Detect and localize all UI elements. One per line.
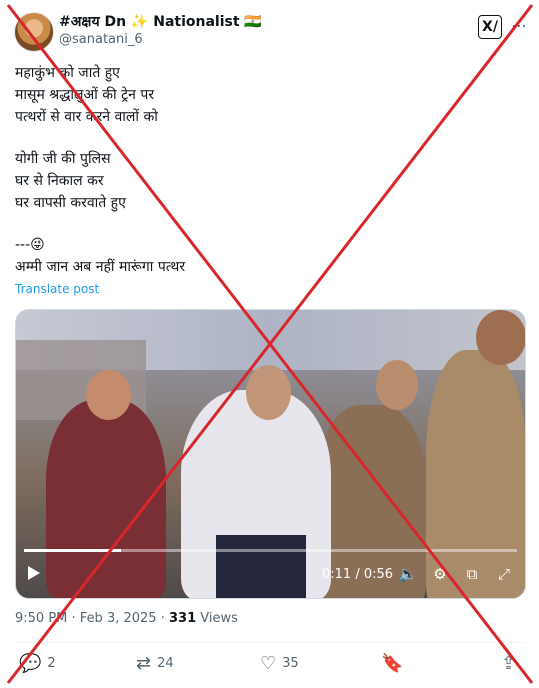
share-button[interactable]: ⇪ xyxy=(501,653,516,674)
tweet-date[interactable]: Feb 3, 2025 xyxy=(80,611,157,626)
video-time: 0:11 / 0:56 xyxy=(322,567,394,582)
heart-icon: ♡ xyxy=(260,653,277,674)
avatar[interactable] xyxy=(14,12,54,52)
fullscreen-icon[interactable]: ⤢ xyxy=(494,565,514,583)
like-button[interactable]: ♡ 35 xyxy=(260,653,299,674)
tweet-line: अम्मी जान अब नहीं मारूंगा पत्थर xyxy=(15,259,186,275)
reply-count: 2 xyxy=(47,656,56,671)
bookmark-button[interactable]: 🔖 xyxy=(381,653,403,674)
tweet-line: घर वापसी करवाते हुए xyxy=(15,195,126,211)
dock-icon[interactable]: ⧉ xyxy=(462,565,482,583)
tweet-meta: 9:50 PM · Feb 3, 2025 · 331 Views xyxy=(15,611,238,626)
bookmark-icon: 🔖 xyxy=(381,653,404,674)
video-controls: 0:11 / 0:56 🔈 ⚙ ⧉ ⤢ xyxy=(16,562,525,590)
tweet-line: पत्थरों से वार करने वालों को xyxy=(15,109,158,125)
tweet-line: घर से निकाल कर xyxy=(15,173,104,189)
video-figure-head xyxy=(86,370,131,420)
play-icon[interactable] xyxy=(28,566,40,580)
share-icon: ⇪ xyxy=(501,653,517,674)
tweet-line: योगी जी की पुलिस xyxy=(15,151,111,167)
tweet-line: मासूम श्रद्धालुओं की ट्रेन पर xyxy=(15,87,155,103)
video-figure-head xyxy=(376,360,418,410)
tweet-actions: 💬 2 ⇄ 24 ♡ 35 🔖 ⇪ xyxy=(15,653,524,679)
more-options-icon[interactable]: ⋯ xyxy=(511,16,528,35)
translate-post-link[interactable]: Translate post xyxy=(15,282,99,296)
tweet-text: महाकुंभ को जाते हुए मासूम श्रद्धालुओं की… xyxy=(15,62,515,278)
repost-icon: ⇄ xyxy=(136,653,152,674)
reply-button[interactable]: 💬 2 xyxy=(19,653,56,674)
x-grok-icon[interactable]: X/ xyxy=(478,15,502,39)
display-name[interactable]: #अक्षय Dn ✨ Nationalist 🇮🇳 xyxy=(59,13,262,31)
views-count: 331 xyxy=(168,611,197,626)
reply-icon: 💬 xyxy=(19,653,42,674)
video-figure-head xyxy=(476,310,525,365)
views-label: Views xyxy=(200,611,238,626)
repost-count: 24 xyxy=(157,656,174,671)
tweet-time[interactable]: 9:50 PM xyxy=(15,611,67,626)
video-figure-head xyxy=(246,365,291,420)
meta-separator: · xyxy=(67,611,80,626)
meta-separator: · xyxy=(156,611,169,626)
divider xyxy=(15,642,524,643)
tweet-line: महाकुंभ को जाते हुए xyxy=(15,65,120,81)
tweet-line: ---😜 xyxy=(15,237,45,253)
author-info: #अक्षय Dn ✨ Nationalist 🇮🇳 @sanatani_6 xyxy=(59,13,262,49)
tweet-header: #अक्षय Dn ✨ Nationalist 🇮🇳 @sanatani_6 X… xyxy=(14,12,528,52)
volume-icon[interactable]: 🔈 xyxy=(398,565,418,583)
video-progress-bar[interactable] xyxy=(24,549,517,552)
video-progress-fill xyxy=(24,549,121,552)
repost-button[interactable]: ⇄ 24 xyxy=(136,653,174,674)
handle[interactable]: @sanatani_6 xyxy=(59,31,262,49)
like-count: 35 xyxy=(282,656,299,671)
settings-icon[interactable]: ⚙ xyxy=(430,565,450,583)
video-player[interactable]: 0:11 / 0:56 🔈 ⚙ ⧉ ⤢ xyxy=(15,309,526,599)
